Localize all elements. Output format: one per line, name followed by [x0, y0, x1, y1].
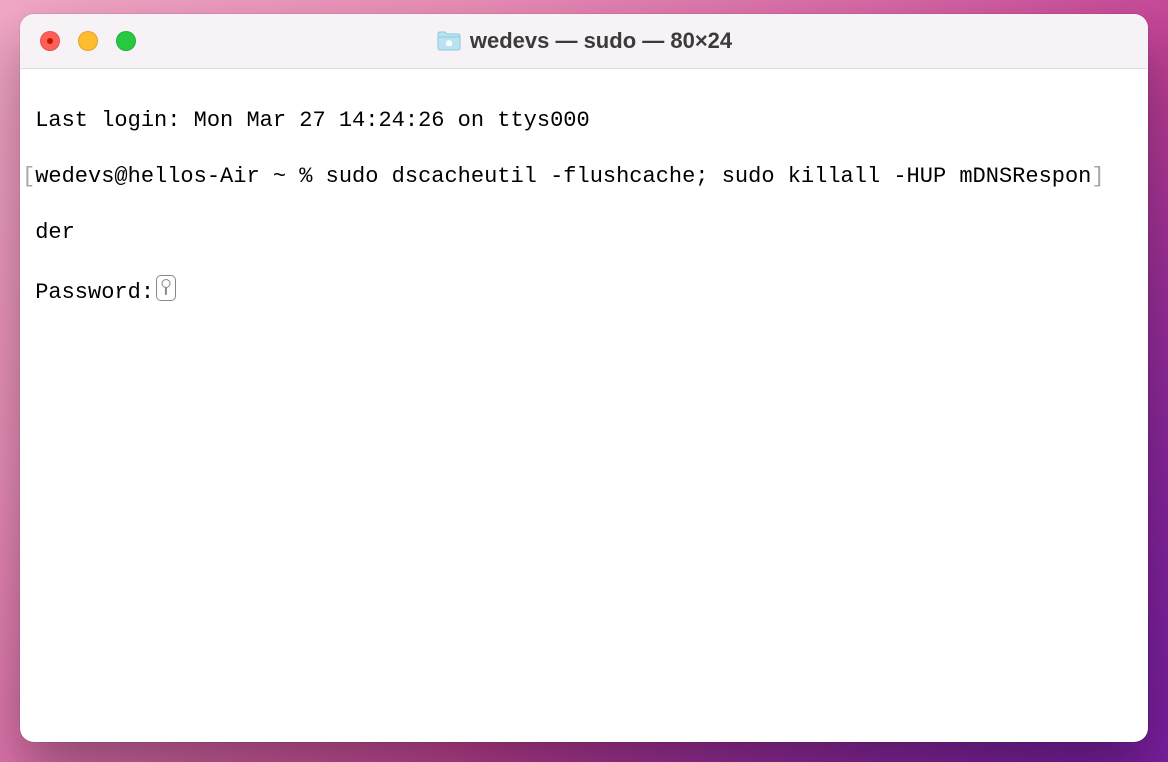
terminal-command-wrap-line: der [22, 219, 1146, 247]
folder-icon [436, 30, 462, 52]
terminal-text: der [35, 220, 75, 245]
password-label: Password: [35, 280, 154, 305]
title-center: wedevs — sudo — 80×24 [20, 28, 1148, 54]
bracket-open-icon: [ [22, 164, 35, 189]
terminal-command-line: [wedevs@hellos-Air ~ % sudo dscacheutil … [22, 163, 1146, 191]
key-icon [156, 275, 176, 301]
terminal-last-login-line: Last login: Mon Mar 27 14:24:26 on ttys0… [22, 107, 1146, 135]
zoom-button[interactable] [116, 31, 136, 51]
terminal-password-line: Password: [22, 275, 1146, 307]
terminal-text: wedevs@hellos-Air ~ % sudo dscacheutil -… [35, 164, 1091, 189]
close-button[interactable] [40, 31, 60, 51]
minimize-button[interactable] [78, 31, 98, 51]
traffic-lights [40, 31, 136, 51]
window-titlebar[interactable]: wedevs — sudo — 80×24 [20, 14, 1148, 69]
terminal-text: Last login: Mon Mar 27 14:24:26 on ttys0… [35, 108, 590, 133]
window-title: wedevs — sudo — 80×24 [470, 28, 732, 54]
desktop-background: wedevs — sudo — 80×24 Last login: Mon Ma… [0, 0, 1168, 762]
bracket-close-icon: ] [1091, 164, 1104, 189]
terminal-body[interactable]: Last login: Mon Mar 27 14:24:26 on ttys0… [20, 69, 1148, 742]
terminal-window[interactable]: wedevs — sudo — 80×24 Last login: Mon Ma… [20, 14, 1148, 742]
